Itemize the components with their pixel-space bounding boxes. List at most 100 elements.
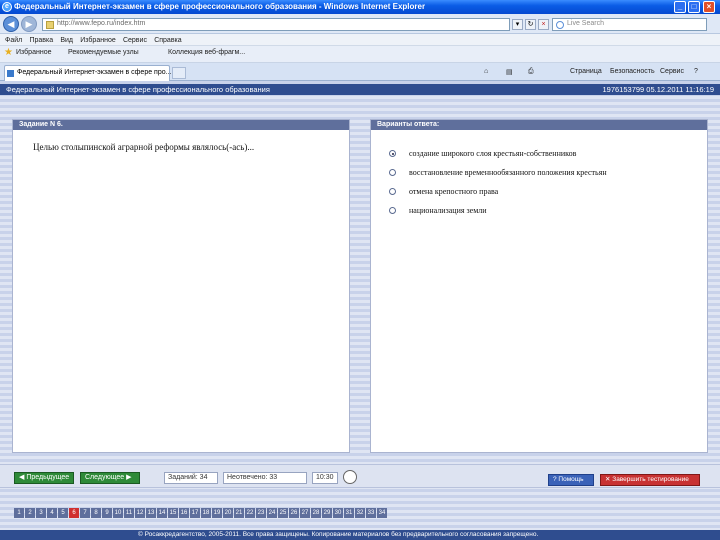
- pager-item[interactable]: 20: [223, 508, 233, 518]
- cmd-tools[interactable]: Сервис: [660, 68, 684, 75]
- address-input[interactable]: http://www.fepo.ru/index.htm: [42, 18, 510, 31]
- next-button[interactable]: Следующее ▶: [80, 472, 140, 484]
- answers-heading: Варианты ответа:: [371, 120, 707, 130]
- pager-item[interactable]: 6: [69, 508, 79, 518]
- favorites-star-icon[interactable]: ★: [4, 47, 13, 58]
- pager-item[interactable]: 12: [135, 508, 145, 518]
- pager-item[interactable]: 33: [366, 508, 376, 518]
- radio-button-selected[interactable]: [389, 150, 396, 157]
- pager-item[interactable]: 34: [377, 508, 387, 518]
- back-button[interactable]: ◀: [3, 16, 19, 32]
- pager-item[interactable]: 26: [289, 508, 299, 518]
- pager-item[interactable]: 27: [300, 508, 310, 518]
- search-icon: [556, 21, 564, 29]
- close-window-button[interactable]: ×: [703, 1, 715, 13]
- question-pager: 1 2 3 4 5 6 7 8 9 10 11 12 13 14 15 16 17 18 19 20 21 22 23 24 2…: [14, 507, 388, 518]
- pager-item[interactable]: 7: [80, 508, 90, 518]
- question-panel: Задание N 6. Целью столыпинской аграрной…: [12, 119, 350, 453]
- help-icon[interactable]: ?: [694, 68, 698, 75]
- pager-item[interactable]: 19: [212, 508, 222, 518]
- tab-fepo[interactable]: Федеральный Интернет-экзамен в сфере про…: [4, 65, 172, 81]
- home-icon[interactable]: ⌂: [484, 68, 488, 75]
- radio-button[interactable]: [389, 169, 396, 176]
- pager-item[interactable]: 3: [36, 508, 46, 518]
- menu-tools[interactable]: Сервис: [123, 37, 147, 44]
- pager-item[interactable]: 8: [91, 508, 101, 518]
- page-favicon-icon: [46, 21, 54, 29]
- pager-item[interactable]: 31: [344, 508, 354, 518]
- pager-item[interactable]: 4: [47, 508, 57, 518]
- refresh-icon[interactable]: ↻: [525, 19, 536, 30]
- menu-file[interactable]: Файл: [5, 37, 22, 44]
- copyright-text: © Росаккредагентство, 2005-2011. Все пра…: [138, 531, 539, 538]
- next-label: Следующее: [85, 474, 125, 481]
- pager-item[interactable]: 13: [146, 508, 156, 518]
- print-icon[interactable]: ⎙: [528, 68, 534, 76]
- ie-logo-icon: e: [2, 2, 12, 12]
- tasks-total: Заданий: 34: [164, 472, 218, 484]
- cmd-page[interactable]: Страница: [570, 68, 602, 75]
- maximize-button[interactable]: □: [688, 1, 700, 13]
- pager-item[interactable]: 18: [201, 508, 211, 518]
- tasks-unanswered: Неотвечено: 33: [223, 472, 307, 484]
- pager-item[interactable]: 21: [234, 508, 244, 518]
- pager-item[interactable]: 16: [179, 508, 189, 518]
- pager-item[interactable]: 1: [14, 508, 24, 518]
- forward-button[interactable]: ▶: [21, 16, 37, 32]
- help-button[interactable]: ? Помощь: [548, 474, 594, 486]
- site-footer: © Росаккредагентство, 2005-2011. Все пра…: [0, 530, 720, 540]
- favorites-label[interactable]: Избранное: [16, 49, 51, 56]
- pager-item[interactable]: 25: [278, 508, 288, 518]
- prev-button[interactable]: ◀ Предыдущее: [14, 472, 74, 484]
- answer-label: национализация земли: [409, 206, 487, 215]
- tab-bar: Федеральный Интернет-экзамен в сфере про…: [0, 63, 720, 81]
- site-title: Федеральный Интернет-экзамен в сфере про…: [6, 85, 270, 94]
- pager-item[interactable]: 15: [168, 508, 178, 518]
- pager-item[interactable]: 5: [58, 508, 68, 518]
- question-heading: Задание N 6.: [13, 120, 349, 130]
- window-title: Федеральный Интернет-экзамен в сфере про…: [14, 2, 426, 11]
- pager-item[interactable]: 11: [124, 508, 134, 518]
- answer-label: создание широкого слоя крестьян-собствен…: [409, 149, 577, 158]
- radio-button[interactable]: [389, 188, 396, 195]
- stop-icon[interactable]: ×: [538, 19, 549, 30]
- favorites-item-webslices[interactable]: Коллекция веб-фрагм...: [168, 49, 245, 56]
- tab-label: Федеральный Интернет-экзамен в сфере про…: [17, 69, 172, 76]
- pager-item[interactable]: 30: [333, 508, 343, 518]
- answers-panel: Варианты ответа: создание широкого слоя …: [370, 119, 708, 453]
- site-header: Федеральный Интернет-экзамен в сфере про…: [0, 84, 720, 95]
- menu-favorites[interactable]: Избранное: [80, 37, 115, 44]
- pager-item[interactable]: 14: [157, 508, 167, 518]
- favorites-bar: ★ Избранное Рекомендуемые узлы Коллекция…: [0, 46, 720, 63]
- menu-view[interactable]: Вид: [60, 37, 73, 44]
- pager-item[interactable]: 23: [256, 508, 266, 518]
- question-text: Целью столыпинской аграрной реформы явля…: [33, 142, 255, 152]
- pager-item[interactable]: 17: [190, 508, 200, 518]
- pager-item[interactable]: 10: [113, 508, 123, 518]
- timer-display: 10:30: [312, 472, 338, 484]
- search-input[interactable]: Live Search: [552, 18, 707, 31]
- feeds-icon[interactable]: ▤: [506, 68, 513, 76]
- pager-item[interactable]: 2: [25, 508, 35, 518]
- minimize-button[interactable]: _: [674, 1, 686, 13]
- new-tab-button[interactable]: [172, 67, 186, 79]
- favorites-item-suggested[interactable]: Рекомендуемые узлы: [68, 49, 139, 56]
- menu-help[interactable]: Справка: [154, 37, 181, 44]
- session-meta: 1976153799 05.12.2011 11:16:19: [602, 85, 715, 94]
- tab-favicon-icon: [7, 70, 14, 77]
- clock-icon: [343, 470, 357, 484]
- address-dropdown-icon[interactable]: ▾: [512, 19, 523, 30]
- help-label: Помощь: [558, 476, 584, 483]
- test-controls-bar: ◀ Предыдущее Следующее ▶ Заданий: 34 Нео…: [0, 464, 720, 488]
- pager-item[interactable]: 22: [245, 508, 255, 518]
- window-titlebar: e Федеральный Интернет-экзамен в сфере п…: [0, 0, 720, 14]
- radio-button[interactable]: [389, 207, 396, 214]
- pager-item[interactable]: 28: [311, 508, 321, 518]
- pager-item[interactable]: 29: [322, 508, 332, 518]
- menu-edit[interactable]: Правка: [29, 37, 53, 44]
- finish-test-button[interactable]: ✕ Завершить тестирование: [600, 474, 700, 486]
- pager-item[interactable]: 9: [102, 508, 112, 518]
- cmd-security[interactable]: Безопасность: [610, 68, 655, 75]
- pager-item[interactable]: 32: [355, 508, 365, 518]
- pager-item[interactable]: 24: [267, 508, 277, 518]
